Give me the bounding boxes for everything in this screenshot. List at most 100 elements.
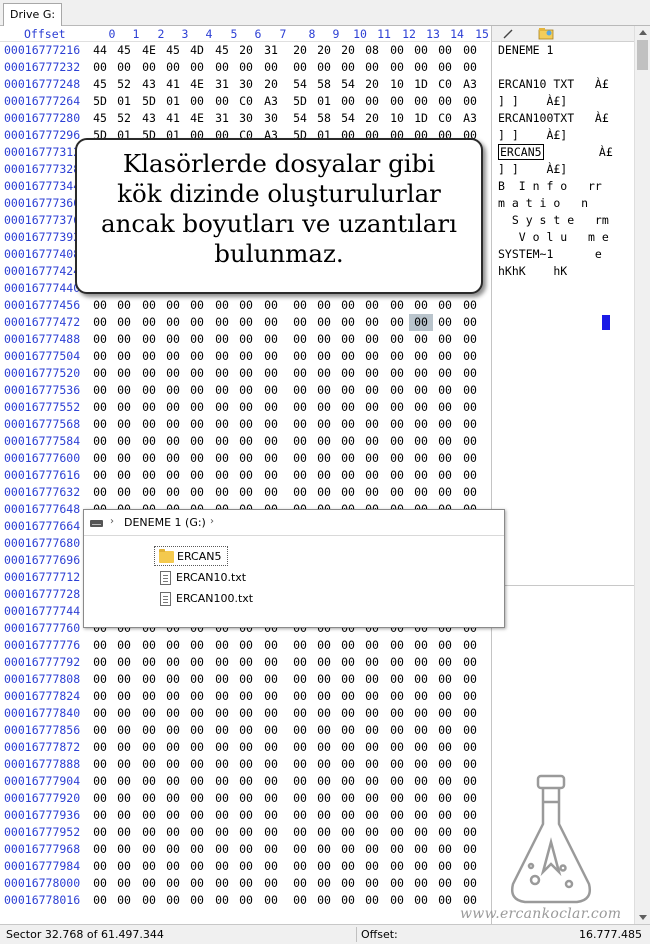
hex-byte[interactable]: 00	[234, 671, 258, 688]
hex-byte[interactable]: 00	[312, 722, 336, 739]
hex-byte[interactable]: 00	[385, 756, 409, 773]
hex-byte[interactable]: 00	[385, 382, 409, 399]
hex-byte[interactable]: 00	[259, 365, 283, 382]
hex-byte[interactable]: 00	[112, 399, 136, 416]
hex-byte[interactable]: 00	[433, 93, 457, 110]
hex-byte[interactable]: 00	[433, 416, 457, 433]
hex-byte[interactable]: 00	[88, 637, 112, 654]
hex-byte[interactable]: 00	[458, 484, 482, 501]
hex-byte[interactable]: 00	[433, 382, 457, 399]
hex-byte[interactable]: 00	[288, 382, 312, 399]
hex-byte[interactable]: 00	[409, 433, 433, 450]
hex-byte[interactable]: 00	[137, 841, 161, 858]
hex-byte[interactable]: 00	[234, 824, 258, 841]
hex-byte[interactable]: 00	[433, 858, 457, 875]
hex-byte[interactable]: 00	[458, 399, 482, 416]
hex-byte[interactable]: 00	[312, 807, 336, 824]
hex-byte[interactable]: 00	[288, 348, 312, 365]
hex-byte[interactable]: 00	[210, 59, 234, 76]
hex-byte[interactable]: 00	[385, 671, 409, 688]
hex-byte[interactable]: 00	[161, 297, 185, 314]
hex-byte[interactable]: 45	[88, 76, 112, 93]
hex-byte[interactable]: 00	[433, 790, 457, 807]
hex-byte[interactable]: 00	[112, 331, 136, 348]
hex-byte[interactable]: 00	[88, 59, 112, 76]
hex-byte[interactable]: 00	[360, 348, 384, 365]
hex-byte[interactable]: 00	[259, 756, 283, 773]
hex-byte[interactable]: 20	[234, 42, 258, 59]
hex-byte[interactable]: 00	[137, 467, 161, 484]
hex-byte[interactable]: 00	[161, 654, 185, 671]
hex-byte[interactable]: 00	[336, 331, 360, 348]
hex-byte[interactable]: 00	[336, 875, 360, 892]
hex-byte[interactable]: 00	[161, 841, 185, 858]
hex-byte[interactable]: 00	[137, 297, 161, 314]
hex-byte[interactable]: 00	[385, 654, 409, 671]
hex-byte[interactable]: 00	[288, 722, 312, 739]
hex-byte[interactable]: 00	[210, 892, 234, 909]
hex-byte[interactable]: 00	[210, 790, 234, 807]
hex-byte[interactable]: 00	[385, 739, 409, 756]
hex-byte[interactable]: 00	[336, 467, 360, 484]
hex-byte[interactable]: 00	[185, 756, 209, 773]
hex-byte[interactable]: 00	[336, 314, 360, 331]
hex-row[interactable]: 00016777776 00 00 00 00 00 00 00 00 00 00 00 00 00 00 0…	[0, 637, 491, 654]
hex-byte[interactable]: 00	[409, 93, 433, 110]
hex-byte[interactable]: 00	[458, 93, 482, 110]
hex-byte[interactable]: 00	[312, 654, 336, 671]
hex-byte[interactable]: 00	[185, 348, 209, 365]
hex-byte[interactable]: 00	[137, 705, 161, 722]
hex-byte[interactable]: 00	[360, 858, 384, 875]
hex-byte[interactable]: 31	[259, 42, 283, 59]
hex-byte[interactable]: 00	[409, 773, 433, 790]
hex-byte[interactable]: 00	[137, 416, 161, 433]
hex-row[interactable]: 00016777248 45 52 43 41 4E 31 30 20 54 58 54 20 10 1D C…	[0, 76, 491, 93]
hex-row[interactable]: 00016777536 00 00 00 00 00 00 00 00 00 00 00 00 00 00 0…	[0, 382, 491, 399]
hex-byte[interactable]: 45	[210, 42, 234, 59]
hex-byte[interactable]: 1D	[409, 76, 433, 93]
hex-byte[interactable]: 00	[112, 382, 136, 399]
hex-byte[interactable]: 00	[458, 841, 482, 858]
hex-byte[interactable]: 00	[88, 416, 112, 433]
hex-byte[interactable]: 00	[409, 739, 433, 756]
hex-byte[interactable]: 00	[458, 314, 482, 331]
hex-byte[interactable]: 00	[259, 399, 283, 416]
hex-byte[interactable]: 00	[112, 450, 136, 467]
hex-byte[interactable]: 00	[288, 756, 312, 773]
hex-byte[interactable]: 00	[433, 688, 457, 705]
hex-byte[interactable]: 00	[385, 416, 409, 433]
hex-byte[interactable]: 00	[288, 892, 312, 909]
hex-byte[interactable]: 00	[210, 739, 234, 756]
hex-byte[interactable]: 00	[360, 892, 384, 909]
hex-byte[interactable]: 00	[336, 756, 360, 773]
explorer-item-ercan100-txt[interactable]: ERCAN100.txt	[154, 589, 253, 609]
hex-byte[interactable]: 1D	[409, 110, 433, 127]
scroll-thumb[interactable]	[637, 40, 648, 70]
hex-byte[interactable]: 00	[385, 858, 409, 875]
hex-byte[interactable]: 00	[137, 722, 161, 739]
hex-byte[interactable]: 00	[312, 365, 336, 382]
hex-byte[interactable]: 00	[161, 790, 185, 807]
hex-byte[interactable]: 00	[360, 790, 384, 807]
hex-byte[interactable]: 00	[185, 467, 209, 484]
hex-byte[interactable]: 00	[185, 331, 209, 348]
hex-row[interactable]: 00016777632 00 00 00 00 00 00 00 00 00 00 00 00 00 00 0…	[0, 484, 491, 501]
hex-byte[interactable]: 00	[234, 688, 258, 705]
hex-byte[interactable]: 00	[360, 722, 384, 739]
hex-byte[interactable]: 31	[210, 76, 234, 93]
hex-byte[interactable]: 00	[234, 841, 258, 858]
hex-byte[interactable]: 00	[259, 705, 283, 722]
hex-byte[interactable]: 00	[185, 297, 209, 314]
hex-byte[interactable]: 00	[161, 858, 185, 875]
hex-byte[interactable]: 00	[336, 892, 360, 909]
hex-byte[interactable]: 00	[259, 433, 283, 450]
hex-byte[interactable]: 00	[458, 297, 482, 314]
hex-byte[interactable]: 00	[161, 824, 185, 841]
hex-byte[interactable]: 00	[137, 382, 161, 399]
hex-byte[interactable]: 00	[360, 416, 384, 433]
hex-byte[interactable]: 00	[385, 467, 409, 484]
hex-byte[interactable]: 00	[112, 671, 136, 688]
hex-byte[interactable]: 00	[409, 637, 433, 654]
hex-byte[interactable]: 00	[409, 790, 433, 807]
hex-byte[interactable]: 30	[259, 110, 283, 127]
